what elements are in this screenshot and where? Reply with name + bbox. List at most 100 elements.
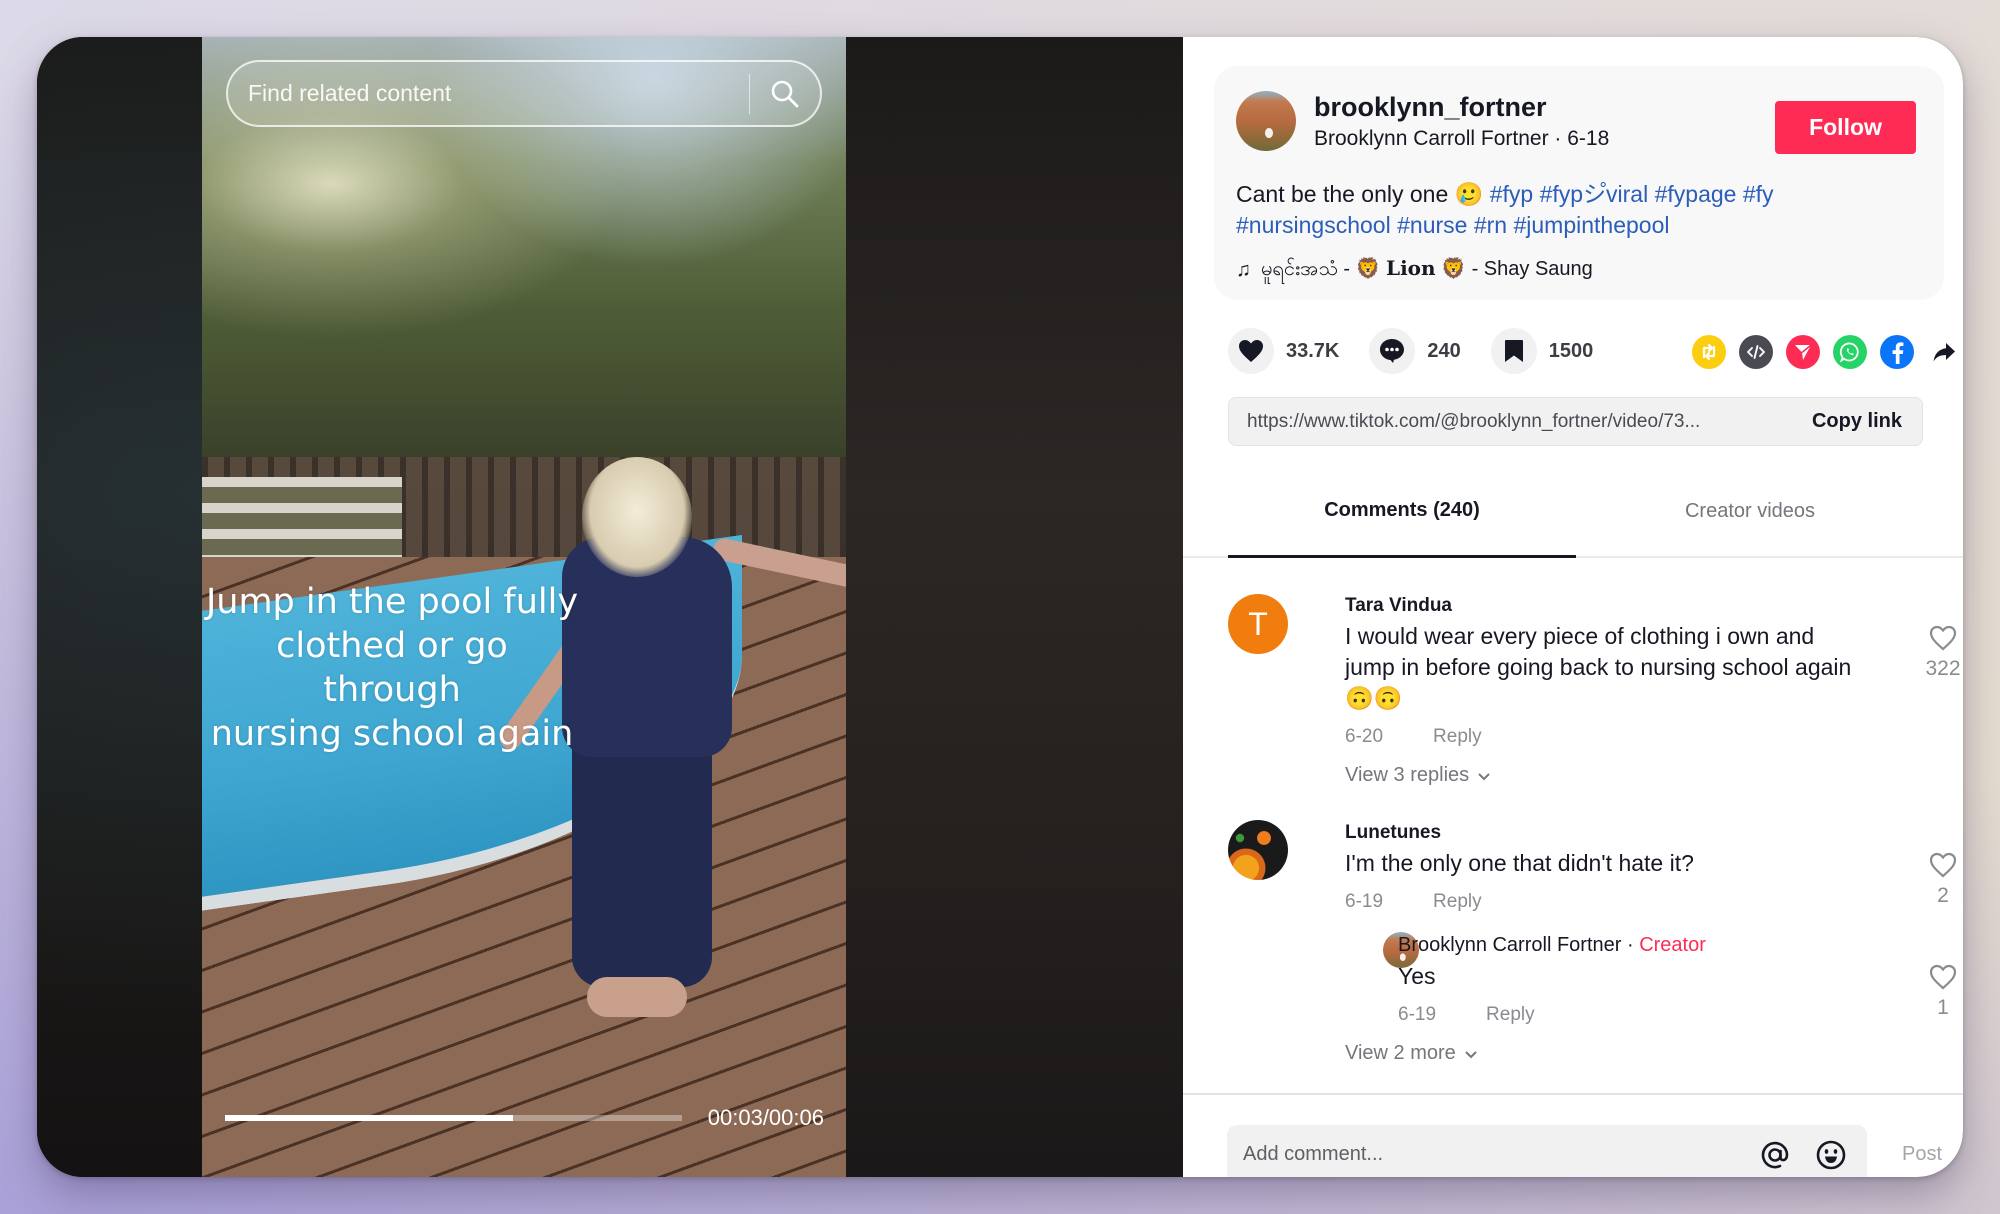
search-icon <box>771 80 799 107</box>
video-frame-person-legs <box>572 727 712 987</box>
copy-link-field: https://www.tiktok.com/@brooklynn_fortne… <box>1228 397 1923 446</box>
music-title: မူရင်းအသံ - 🦁 Lion 🦁 - Shay Saung <box>1261 255 1593 285</box>
comment-like-button[interactable]: 322 <box>1921 625 1963 681</box>
comment-text-line: 🙃🙃 <box>1345 685 1403 711</box>
reply-button[interactable]: Reply <box>1486 1004 1535 1026</box>
whatsapp-button[interactable] <box>1833 335 1867 369</box>
author-avatar[interactable] <box>1236 91 1296 151</box>
reply-separator: · <box>1621 934 1640 956</box>
chevron-down-icon <box>1465 1050 1477 1058</box>
author-username[interactable]: brooklynn_fortner <box>1314 92 1547 123</box>
chevron-down-icon <box>1478 772 1490 780</box>
send-to-friends-button[interactable] <box>1786 335 1820 369</box>
add-comment-input[interactable] <box>1243 1143 1739 1166</box>
video-time-readout: 00:03/00:06 <box>707 1105 824 1130</box>
overlay-caption-line: Jump in the pool fully <box>205 582 579 622</box>
embed-button[interactable] <box>1739 335 1773 369</box>
more-share-button[interactable] <box>1927 335 1961 369</box>
post-comment-button[interactable]: Post <box>1902 1143 1942 1166</box>
comment-list[interactable]: T Tara Vindua I would wear every piece o… <box>1183 558 1963 1093</box>
overlay-caption-line: nursing school again <box>210 714 574 754</box>
music-title-part: Lion <box>1386 256 1436 280</box>
details-panel: brooklynn_fortner Brooklynn Carroll Fort… <box>1183 37 1963 1177</box>
caption-text: Cant be the only one 🥲 <box>1236 181 1490 207</box>
comment-input-box <box>1227 1125 1867 1177</box>
reply-meta: 6-19 Reply <box>1398 1004 1535 1026</box>
save-button[interactable]: 1500 <box>1490 328 1594 374</box>
emoji-icon <box>1816 1140 1846 1169</box>
repost-button[interactable] <box>1692 335 1726 369</box>
heart-icon <box>1239 340 1263 362</box>
emoji-button[interactable] <box>1811 1135 1851 1175</box>
creator-badge: Creator <box>1639 934 1706 956</box>
reply-like-count: 1 <box>1937 996 1949 1019</box>
copy-link-button[interactable]: Copy link <box>1812 410 1902 433</box>
comment-like-count: 322 <box>1925 657 1961 680</box>
embed-icon <box>1747 345 1765 359</box>
share-arrow-icon <box>1933 343 1955 362</box>
save-count: 1500 <box>1548 339 1594 362</box>
search-button[interactable] <box>750 64 820 124</box>
overlay-caption-line: clothed or go through <box>276 626 508 710</box>
hashtag-link[interactable]: #nursingschool <box>1236 212 1391 238</box>
follow-button[interactable]: Follow <box>1775 101 1916 154</box>
author-subline: Brooklynn Carroll Fortner · 6-18 <box>1314 127 1610 150</box>
comment-text: I'm the only one that didn't hate it? <box>1345 850 1694 876</box>
comment-text: I would wear every piece of clothing i o… <box>1345 621 1851 714</box>
hashtag-link[interactable]: #rn <box>1474 212 1507 238</box>
comment-text-line: jump in before going back to nursing sch… <box>1345 654 1852 680</box>
commenter-name[interactable]: Lunetunes <box>1345 822 1441 844</box>
video-url[interactable]: https://www.tiktok.com/@brooklynn_fortne… <box>1247 411 1700 433</box>
hashtag-link[interactable]: #fy <box>1743 181 1774 207</box>
video-progress-fill <box>225 1115 513 1121</box>
video-player[interactable]: Jump in the pool fully clothed or go thr… <box>202 37 846 1177</box>
hashtag-link[interactable]: #nurse <box>1397 212 1467 238</box>
comment-button[interactable]: 240 <box>1369 328 1461 374</box>
find-related-input[interactable] <box>228 80 749 107</box>
reply-button[interactable]: Reply <box>1433 726 1482 748</box>
video-frame-person-feet <box>587 977 687 1017</box>
hashtag-link[interactable]: #fypシ゚viral <box>1540 181 1649 207</box>
hashtag-link[interactable]: #fypage <box>1655 181 1737 207</box>
commenter-avatar[interactable]: T <box>1228 594 1288 654</box>
video-overlay-caption: Jump in the pool fully clothed or go thr… <box>202 580 582 756</box>
commenter-name[interactable]: Tara Vindua <box>1345 595 1452 617</box>
share-row <box>1692 335 1961 369</box>
reply-author-name[interactable]: Brooklynn Carroll Fortner <box>1398 934 1621 956</box>
reply-like-button[interactable]: 1 <box>1921 964 1963 1020</box>
view-replies-label: View 3 replies <box>1345 764 1470 786</box>
tab-comments[interactable]: Comments (240) <box>1228 477 1576 558</box>
facebook-button[interactable] <box>1880 335 1914 369</box>
hashtag-link[interactable]: #jumpinthepool <box>1513 212 1669 238</box>
whatsapp-icon <box>1839 342 1859 363</box>
view-more-replies-button[interactable]: View 2 more <box>1345 1042 1478 1065</box>
hashtag-link[interactable]: #fyp <box>1490 181 1533 207</box>
comment-text-line: I would wear every piece of clothing i o… <box>1345 623 1815 649</box>
reply-button[interactable]: Reply <box>1433 891 1482 913</box>
comment-meta: 6-19 Reply <box>1345 891 1482 913</box>
mention-button[interactable] <box>1755 1135 1795 1175</box>
music-link[interactable]: ♫ မူရင်းအသံ - 🦁 Lion 🦁 - Shay Saung <box>1236 255 1593 285</box>
comment-date: 6-20 <box>1345 726 1384 747</box>
video-frame-white-fence <box>202 477 402 557</box>
post-info-card: brooklynn_fortner Brooklynn Carroll Fort… <box>1214 66 1944 300</box>
comment-like-button[interactable]: 2 <box>1921 852 1963 908</box>
view-replies-button[interactable]: View 3 replies <box>1345 764 1491 787</box>
like-button[interactable]: 33.7K <box>1228 328 1339 374</box>
tab-creator-videos[interactable]: Creator videos <box>1576 477 1924 558</box>
comment-date: 6-19 <box>1345 891 1384 912</box>
like-icon-wrap <box>1228 328 1274 374</box>
commenter-avatar[interactable] <box>1228 820 1288 880</box>
reply-text: Yes <box>1398 963 1436 989</box>
save-icon-wrap <box>1490 328 1537 374</box>
engagement-stats: 33.7K 240 1500 <box>1228 328 1623 374</box>
post-caption: Cant be the only one 🥲 #fyp #fypシ゚viral … <box>1236 179 1926 241</box>
music-title-part: 🦁 - Shay Saung <box>1435 258 1593 280</box>
repost-icon <box>1702 343 1716 361</box>
comment-bubble-icon <box>1380 339 1405 363</box>
comment-composer: Post <box>1183 1093 1963 1177</box>
video-progress-bar[interactable] <box>225 1115 682 1121</box>
video-stage: Jump in the pool fully clothed or go thr… <box>37 37 1183 1177</box>
video-blur-backdrop <box>846 37 1183 1177</box>
heart-outline-icon <box>1929 625 1957 651</box>
